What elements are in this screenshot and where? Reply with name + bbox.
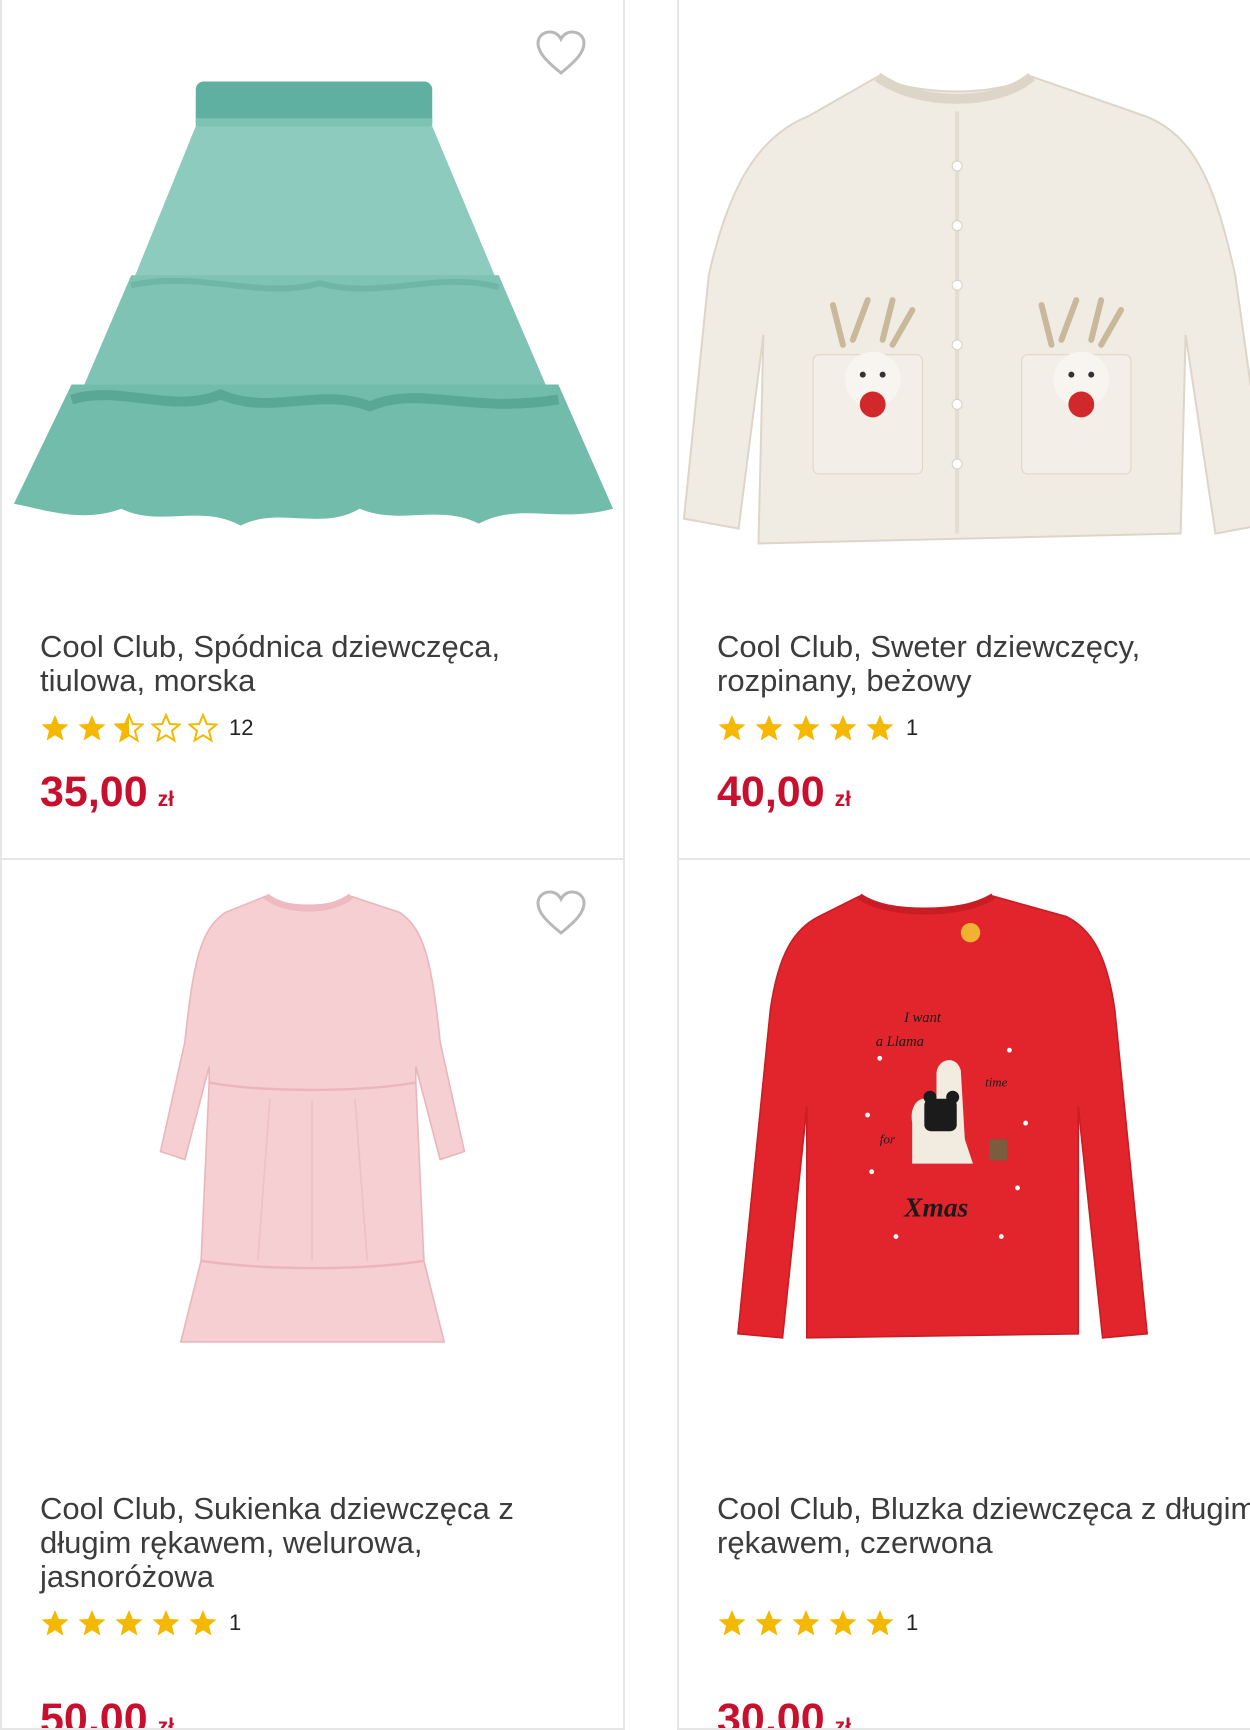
product-title[interactable]: Cool Club, Bluzka dziewczęca z długim rę…: [717, 1492, 1250, 1560]
product-rating: 1: [717, 1608, 918, 1638]
product-card[interactable]: Cool Club, Sweter dziewczęcy, rozpinany,…: [677, 0, 1250, 860]
star-icon: [189, 1610, 217, 1636]
review-count: 1: [906, 1610, 919, 1635]
product-price: 35,00 zł: [40, 768, 174, 817]
price-currency: zł: [834, 788, 851, 811]
price-amount: 30,00: [717, 1695, 825, 1730]
star-icon: [78, 715, 106, 741]
product-title[interactable]: Cool Club, Spódnica dziewczęca, tiulowa,…: [40, 630, 580, 698]
product-rating: 12: [40, 713, 253, 743]
star-icon: [829, 715, 857, 741]
star-icon: [115, 1610, 143, 1636]
price-currency: zł: [157, 788, 174, 811]
product-price: 50,00 zł: [40, 1695, 174, 1730]
review-count: 12: [229, 715, 254, 740]
star-icon: [755, 715, 783, 741]
svg-text:a Llama: a Llama: [876, 1034, 924, 1050]
star-icon: [41, 1610, 69, 1636]
product-rating: 1: [717, 713, 918, 743]
price-currency: zł: [157, 1715, 174, 1730]
product-image-pink-velour-dress[interactable]: [2, 880, 623, 1350]
star-icon: [718, 715, 746, 741]
star-icon: [41, 715, 69, 741]
star-icon: [866, 715, 894, 741]
product-title[interactable]: Cool Club, Sukienka dziewczęca z długim …: [40, 1492, 580, 1594]
product-card[interactable]: Cool Club, Spódnica dziewczęca, tiulowa,…: [0, 0, 625, 860]
product-price: 40,00 zł: [717, 768, 851, 817]
star-icon: [152, 1610, 180, 1636]
price-amount: 40,00: [717, 768, 825, 816]
product-image-teal-tulle-skirt[interactable]: [2, 55, 623, 575]
product-price: 30,00 zł: [717, 1695, 851, 1730]
product-image-red-xmas-llama-top[interactable]: I want a Llama time for Xmas: [679, 880, 1250, 1350]
svg-text:for: for: [880, 1131, 896, 1146]
product-grid: Cool Club, Spódnica dziewczęca, tiulowa,…: [0, 0, 1250, 1730]
star-icon: [718, 1610, 746, 1636]
star-icon: [78, 1610, 106, 1636]
star-icon: [755, 1610, 783, 1636]
star-outline-icon: [188, 713, 218, 743]
star-icon: [866, 1610, 894, 1636]
svg-text:Xmas: Xmas: [903, 1191, 968, 1222]
svg-text:I want: I want: [903, 1010, 942, 1026]
star-half-icon: [114, 713, 144, 743]
svg-text:time: time: [985, 1075, 1008, 1090]
product-image-beige-reindeer-cardigan[interactable]: [679, 55, 1250, 575]
star-outline-icon: [151, 713, 181, 743]
product-card[interactable]: I want a Llama time for Xmas Cool Club, …: [677, 860, 1250, 1730]
star-icon: [792, 1610, 820, 1636]
review-count: 1: [229, 1610, 242, 1635]
price-currency: zł: [834, 1715, 851, 1730]
price-amount: 50,00: [40, 1695, 148, 1730]
price-amount: 35,00: [40, 768, 148, 816]
star-icon: [829, 1610, 857, 1636]
star-icon: [792, 715, 820, 741]
product-title[interactable]: Cool Club, Sweter dziewczęcy, rozpinany,…: [717, 630, 1250, 698]
product-card[interactable]: Cool Club, Sukienka dziewczęca z długim …: [0, 860, 625, 1730]
product-rating: 1: [40, 1608, 241, 1638]
review-count: 1: [906, 715, 919, 740]
